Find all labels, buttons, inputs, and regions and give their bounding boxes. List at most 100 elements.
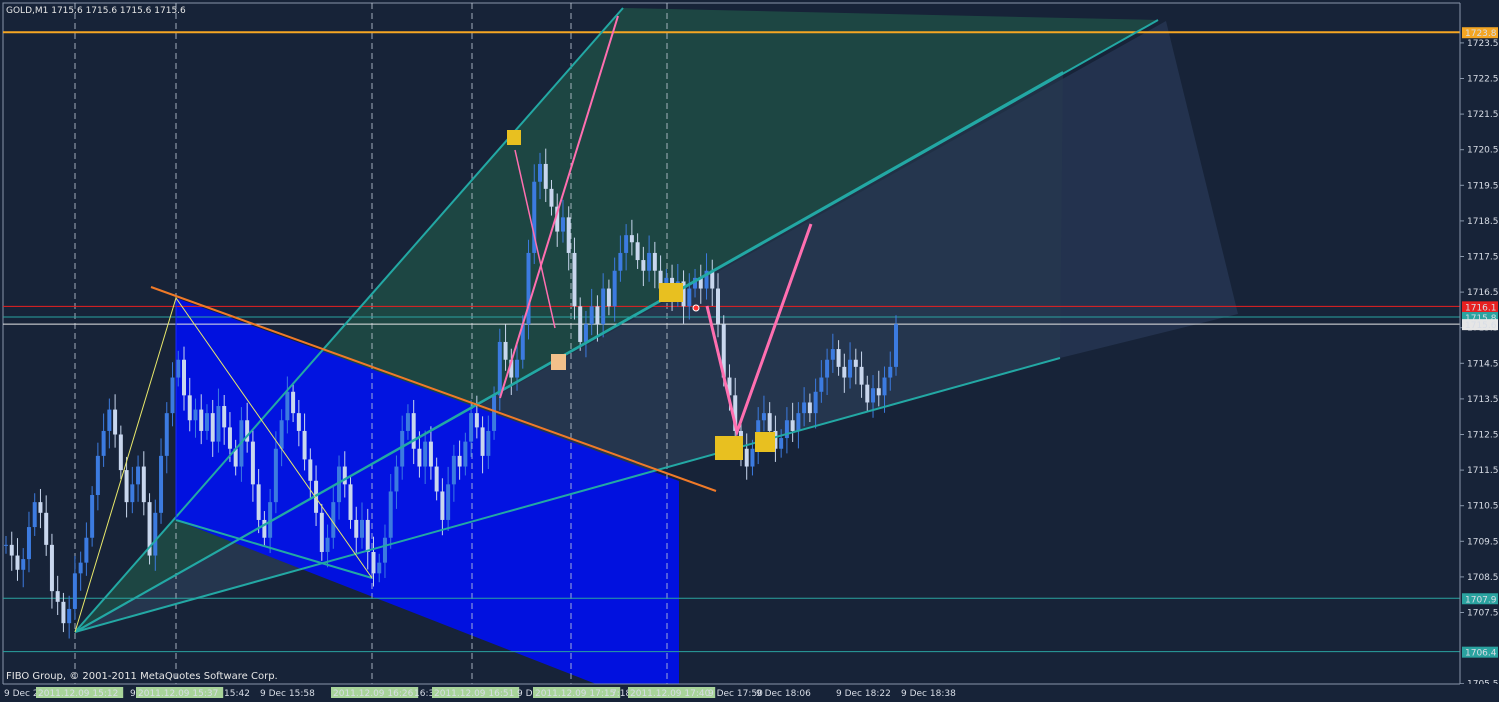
price-chart[interactable]: GOLD,M1 1715.6 1715.6 1715.6 1715.6 FIBO … (0, 0, 1499, 702)
candle-body-111 (641, 260, 646, 271)
candle-body-21 (124, 470, 129, 503)
candle-body-6 (38, 502, 43, 513)
candle-body-32 (187, 395, 192, 421)
time-label-12: 2011.12.09 17:40 (630, 689, 711, 699)
candle-body-39 (227, 427, 232, 449)
time-label-8: 2011.12.09 16:51 (434, 689, 514, 699)
candle-body-55 (319, 512, 324, 552)
candle-body-22 (130, 484, 135, 503)
candle-body-5 (32, 502, 37, 528)
candle-body-94 (543, 163, 548, 189)
candle-body-141 (813, 391, 818, 414)
candle-body-9 (55, 591, 60, 602)
candle-body-73 (423, 441, 428, 467)
candle-body-65 (377, 562, 382, 574)
candle-body-149 (859, 366, 864, 385)
candle-body-29 (170, 377, 175, 414)
candle-body-98 (566, 217, 571, 253)
pattern-marker-1 (551, 354, 566, 370)
candle-body-105 (606, 288, 611, 307)
candle-body-49 (285, 391, 290, 421)
candle-body-74 (428, 441, 433, 467)
candle-body-139 (802, 402, 807, 414)
candle-body-1 (9, 544, 14, 556)
candle-body-77 (446, 484, 451, 520)
candle-body-107 (618, 252, 623, 271)
candle-body-0 (4, 544, 8, 546)
candle-body-79 (457, 455, 462, 467)
time-label-13: 9 Dec 17:50 (708, 689, 763, 699)
candle-body-84 (486, 430, 491, 456)
candle-body-112 (647, 252, 652, 271)
candle-body-64 (371, 551, 376, 574)
candle-body-82 (474, 413, 479, 428)
candle-body-27 (159, 455, 164, 513)
candle-body-81 (469, 413, 474, 442)
chart-window[interactable]: GOLD,M1 1715.6 1715.6 1715.6 1715.6 FIBO … (0, 0, 1499, 702)
candle-body-100 (578, 306, 583, 342)
candle-body-140 (807, 402, 812, 414)
price-tick-label-4: 1719.5 (1467, 181, 1499, 191)
candle-body-37 (216, 406, 221, 442)
candle-body-124 (716, 288, 720, 325)
candle-body-51 (296, 413, 301, 431)
candle-body-87 (503, 341, 508, 360)
candle-body-78 (451, 455, 456, 485)
candle-body-30 (176, 359, 181, 378)
candle-body-133 (767, 413, 772, 431)
candle-body-132 (761, 413, 766, 421)
candle-body-76 (440, 491, 445, 520)
pattern-marker-4 (755, 432, 775, 452)
candle-body-66 (382, 537, 387, 563)
candle-body-106 (612, 270, 617, 307)
candle-body-119 (687, 288, 692, 307)
candle-body-86 (497, 341, 502, 396)
candle-body-102 (589, 306, 594, 325)
candle-body-47 (273, 448, 278, 503)
candle-body-75 (434, 466, 439, 492)
candle-body-14 (84, 537, 89, 563)
candle-body-28 (164, 413, 169, 456)
candle-body-53 (308, 459, 313, 481)
candle-body-108 (624, 235, 629, 253)
candle-body-145 (836, 349, 841, 367)
candle-body-62 (360, 519, 364, 538)
candle-body-109 (629, 235, 634, 243)
candle-body-72 (417, 448, 422, 467)
price-level-tag-label-4: 1707.9 (1465, 595, 1497, 605)
price-tick-label-3: 1720.5 (1467, 146, 1499, 156)
time-label-5: 9 Dec 15:58 (260, 689, 315, 699)
candle-body-43 (250, 441, 255, 485)
time-label-14: 9 Dec 18:06 (756, 689, 811, 699)
candle-body-26 (153, 512, 158, 556)
candle-body-93 (538, 163, 542, 182)
candle-body-56 (325, 537, 330, 552)
price-tick-label-15: 1708.5 (1467, 573, 1499, 583)
candle-body-97 (560, 217, 565, 232)
candle-body-67 (388, 491, 393, 538)
candle-body-130 (750, 448, 755, 467)
price-tick-label-14: 1709.5 (1467, 537, 1499, 547)
price-tick-label-13: 1710.5 (1467, 502, 1499, 512)
candle-body-31 (182, 359, 186, 396)
price-tick-label-7: 1716.5 (1467, 288, 1499, 298)
candle-body-20 (118, 434, 123, 471)
candle-body-70 (405, 413, 410, 431)
time-label-7: 16:3 (414, 689, 434, 699)
candle-body-148 (853, 359, 858, 367)
current-price-marker (692, 304, 700, 312)
pattern-marker-3 (715, 436, 743, 460)
candle-body-60 (348, 484, 353, 520)
candle-body-95 (549, 188, 554, 207)
candle-body-152 (876, 388, 881, 396)
price-level-tag-label-5: 1706.4 (1465, 649, 1497, 659)
price-tick-label-5: 1718.5 (1467, 217, 1499, 227)
candle-body-153 (882, 377, 887, 396)
time-label-15: 9 Dec 18:22 (836, 689, 891, 699)
candle-body-59 (342, 466, 347, 485)
candle-body-52 (302, 430, 307, 460)
candle-body-45 (262, 519, 267, 538)
candle-body-144 (830, 349, 835, 360)
candle-body-11 (67, 608, 72, 624)
candle-body-12 (72, 573, 77, 609)
